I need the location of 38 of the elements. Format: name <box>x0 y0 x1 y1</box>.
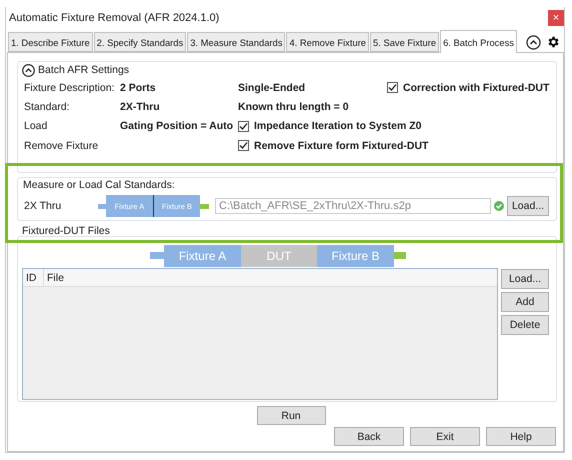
load-button[interactable]: Load... <box>507 196 549 216</box>
footer-button[interactable]: Exit <box>410 427 480 446</box>
checkbox-label: Correction with Fixtured-DUT <box>403 80 550 95</box>
setting-label: Remove Fixture <box>24 140 100 152</box>
table-action-button[interactable]: Load... <box>501 269 549 289</box>
column-header: File <box>46 271 64 286</box>
footer-button[interactable]: Back <box>334 427 404 446</box>
tab[interactable]: 5. Save Fixture <box>370 32 440 52</box>
section-title: Batch AFR Settings <box>38 64 130 76</box>
table-action-button[interactable]: Delete <box>501 315 549 335</box>
setting-label: Standard: <box>24 100 71 113</box>
tab[interactable]: 2. Specify Standards <box>94 32 186 52</box>
tab[interactable]: 1. Describe Fixture <box>8 32 93 52</box>
setting-value: 2X-Thru <box>120 100 161 113</box>
section-title: Measure or Load Cal Standards: <box>22 178 176 193</box>
close-button[interactable]: × <box>548 10 564 26</box>
tab[interactable]: 4. Remove Fixture <box>286 32 370 52</box>
checkbox-label: Remove Fixture form Fixtured-DUT <box>254 138 428 153</box>
setting-label: Fixture Description: <box>24 82 116 94</box>
column-header: ID <box>23 269 44 286</box>
setting-value: Known thru length = 0 <box>238 100 350 113</box>
dut-block: DUT <box>241 244 317 266</box>
window-title: Automatic Fixture Removal (AFR 2024.1.0) <box>9 12 220 24</box>
setting-value: 2 Ports <box>120 82 157 94</box>
standard-name: 2X Thru <box>24 200 62 212</box>
setting-value: Single-Ended <box>238 82 306 94</box>
tab[interactable]: 3. Measure Standards <box>187 32 286 52</box>
tab[interactable]: 6. Batch Process <box>440 30 517 53</box>
fixture-block: Fixture A <box>164 244 241 266</box>
setting-value: Gating Position = Auto <box>120 120 234 132</box>
checkbox-label: Impedance Iteration to System Z0 <box>254 119 422 134</box>
table-action-button[interactable]: Add <box>501 292 549 312</box>
run-button[interactable]: Run <box>256 406 326 425</box>
section-title: Fixtured-DUT Files <box>21 224 111 236</box>
fixture-block: Fixture B <box>317 244 394 266</box>
setting-label: Load <box>24 120 48 132</box>
footer-button[interactable]: Help <box>486 427 556 446</box>
file-path-field[interactable]: C:\Batch_AFR\SE_2xThru\2X-Thru.s2p <box>215 198 491 214</box>
